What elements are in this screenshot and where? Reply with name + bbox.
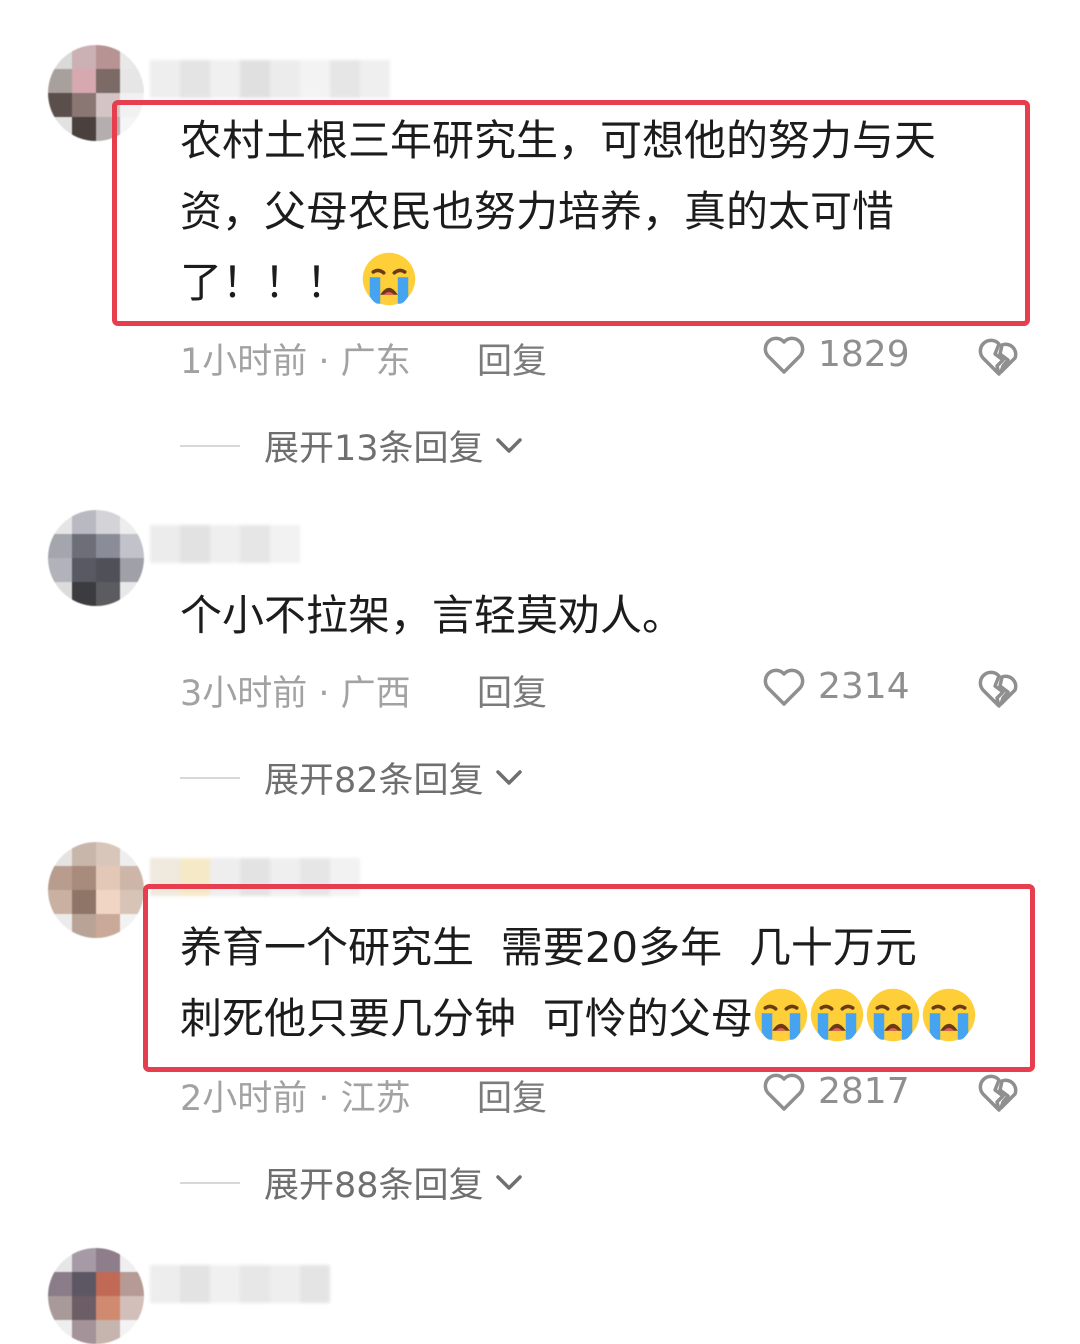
comment-time-location: 2小时前 · 江苏 bbox=[180, 1079, 411, 1119]
username[interactable] bbox=[150, 525, 300, 563]
heart-icon bbox=[760, 330, 808, 378]
highlight-box bbox=[143, 884, 1035, 1072]
like-count: 2817 bbox=[818, 1070, 910, 1112]
heart-icon bbox=[760, 662, 808, 710]
broken-heart-icon[interactable] bbox=[975, 332, 1023, 380]
like-button[interactable]: 2817 bbox=[760, 1067, 910, 1115]
reply-button[interactable]: 回复 bbox=[477, 1070, 547, 1121]
divider-line bbox=[180, 776, 240, 779]
chevron-down-icon bbox=[495, 1174, 522, 1190]
broken-heart-icon[interactable] bbox=[975, 664, 1023, 712]
broken-heart-icon[interactable] bbox=[975, 1068, 1023, 1116]
expand-replies-button[interactable]: 展开82条回复 bbox=[180, 752, 524, 803]
like-button[interactable]: 1829 bbox=[760, 330, 910, 378]
reply-button[interactable]: 回复 bbox=[477, 333, 547, 384]
like-count: 1829 bbox=[818, 333, 910, 375]
avatar[interactable] bbox=[48, 1248, 144, 1344]
expand-replies-button[interactable]: 展开88条回复 bbox=[180, 1157, 524, 1208]
comment-time-location: 1小时前 · 广东 bbox=[180, 342, 411, 382]
divider-line bbox=[180, 1181, 240, 1184]
reply-button[interactable]: 回复 bbox=[477, 665, 547, 716]
divider-line bbox=[180, 444, 240, 447]
like-count: 2314 bbox=[818, 665, 910, 707]
avatar[interactable] bbox=[48, 842, 144, 938]
expand-replies-button[interactable]: 展开13条回复 bbox=[180, 420, 524, 471]
like-button[interactable]: 2314 bbox=[760, 662, 910, 710]
avatar[interactable] bbox=[48, 510, 144, 606]
username[interactable] bbox=[150, 60, 390, 98]
heart-icon bbox=[760, 1067, 808, 1115]
comment-text: 个小不拉架，言轻莫劝人。 bbox=[180, 591, 685, 640]
chevron-down-icon bbox=[495, 437, 522, 453]
chevron-down-icon bbox=[495, 769, 522, 785]
highlight-box bbox=[112, 100, 1030, 326]
comment-time-location: 3小时前 · 广西 bbox=[180, 674, 411, 714]
username[interactable] bbox=[150, 1265, 330, 1303]
